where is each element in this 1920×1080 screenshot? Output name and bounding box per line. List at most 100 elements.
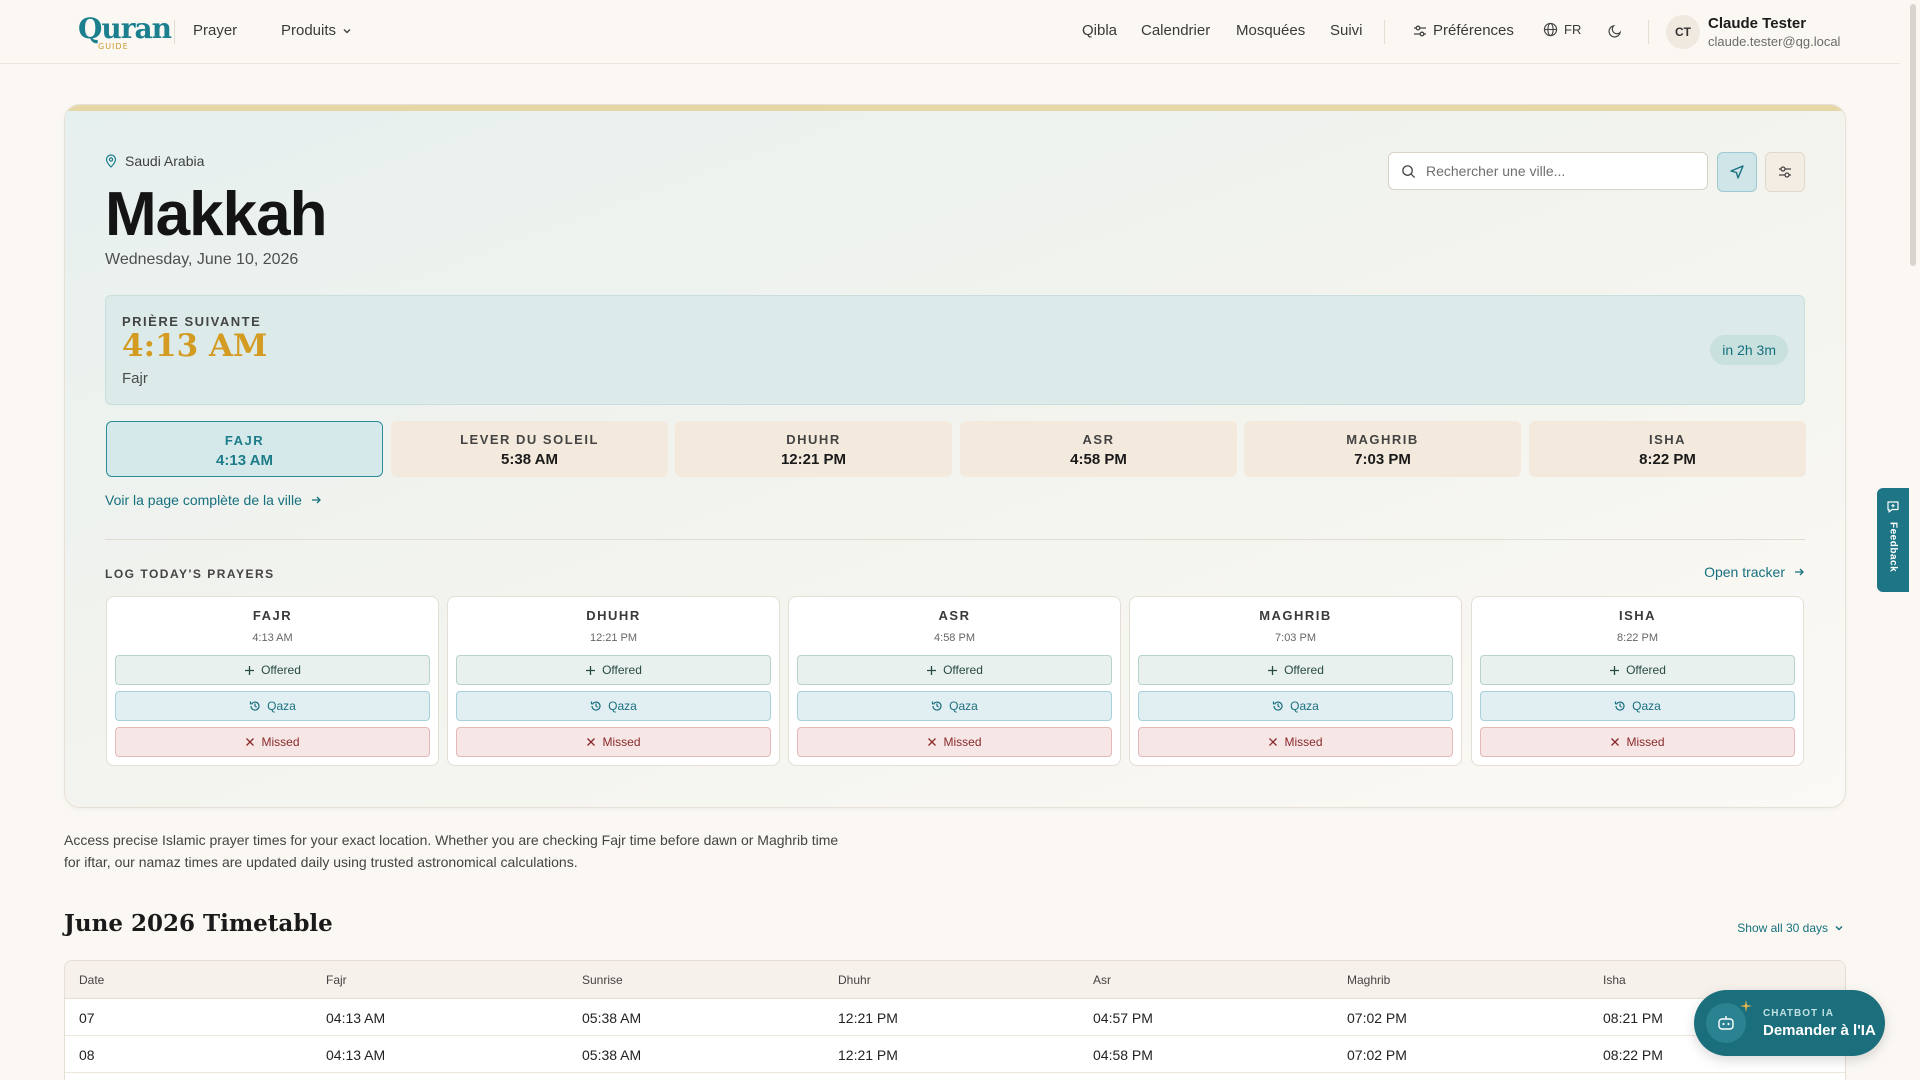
language-switcher[interactable]: FR [1543, 22, 1581, 37]
qaza-label: Qaza [267, 699, 296, 713]
offered-button[interactable]: Offered [797, 655, 1112, 685]
missed-label: Missed [1284, 735, 1323, 749]
locate-me-button[interactable] [1717, 152, 1757, 192]
missed-button[interactable]: Missed [1138, 727, 1453, 757]
log-card-name: ISHA [1618, 608, 1657, 623]
feedback-label: Feedback [1887, 522, 1899, 573]
show-all-label: Show all 30 days [1737, 921, 1828, 935]
nav-prayer[interactable]: Prayer [193, 22, 237, 39]
offered-button[interactable]: Offered [1138, 655, 1453, 685]
prayer-tile-dhuhr[interactable]: DHUHR 12:21 PM [675, 421, 952, 477]
nav-calendrier[interactable]: Calendrier [1141, 22, 1210, 39]
offered-label: Offered [943, 663, 983, 677]
log-section-title: LOG TODAY'S PRAYERS [105, 567, 275, 581]
history-icon [1615, 701, 1625, 711]
table-cell: 07:02 PM [1347, 1010, 1407, 1026]
nav-produits-label: Produits [281, 22, 337, 39]
nav-suivi[interactable]: Suivi [1330, 22, 1363, 39]
message-square-icon [1887, 501, 1899, 513]
log-card-isha: ISHA 8:22 PM Offered Qaza Missed [1471, 596, 1804, 766]
city-page-link[interactable]: Voir la page complète de la ville [105, 492, 322, 508]
table-row[interactable]: 08 04:13 AM 05:38 AM 12:21 PM 04:58 PM 0… [65, 1036, 1845, 1073]
prayer-tile-asr[interactable]: ASR 4:58 PM [960, 421, 1237, 477]
missed-label: Missed [261, 735, 300, 749]
offered-button[interactable]: Offered [115, 655, 430, 685]
log-card-fajr: FAJR 4:13 AM Offered Qaza Missed [106, 596, 439, 766]
missed-button[interactable]: Missed [797, 727, 1112, 757]
open-tracker-link[interactable]: Open tracker [1704, 564, 1805, 580]
missed-button[interactable]: Missed [456, 727, 771, 757]
preferences-button[interactable]: Préférences [1413, 22, 1514, 39]
column-header: Maghrib [1347, 973, 1391, 987]
prayer-tile-time: 4:58 PM [1070, 451, 1127, 468]
globe-icon [1543, 22, 1558, 37]
arrow-right-icon [1795, 568, 1804, 576]
prayer-tile-fajr[interactable]: FAJR 4:13 AM [106, 421, 383, 477]
missed-button[interactable]: Missed [1480, 727, 1795, 757]
table-header: Date Fajr Sunrise Dhuhr Asr Maghrib Isha [65, 961, 1845, 999]
sliders-icon [1779, 166, 1791, 178]
offered-label: Offered [261, 663, 301, 677]
table-cell: 12:21 PM [838, 1047, 898, 1063]
qaza-button[interactable]: Qaza [456, 691, 771, 721]
missed-button[interactable]: Missed [115, 727, 430, 757]
feedback-tab[interactable]: Feedback [1877, 488, 1909, 592]
table-cell: 08:21 PM [1603, 1010, 1663, 1026]
next-prayer-label: PRIÈRE SUIVANTE [122, 314, 262, 329]
search-input[interactable] [1426, 163, 1696, 179]
qaza-button[interactable]: Qaza [115, 691, 430, 721]
nav-calendrier-label: Calendrier [1141, 22, 1211, 39]
plus-icon [586, 665, 596, 675]
prayer-tile-sunrise[interactable]: LEVER DU SOLEIL 5:38 AM [391, 421, 668, 477]
nav-produits-dropdown[interactable]: Produits [281, 22, 352, 39]
offered-button[interactable]: Offered [1480, 655, 1795, 685]
table-cell: 08:22 PM [1603, 1047, 1663, 1063]
qaza-label: Qaza [1632, 699, 1661, 713]
qaza-button[interactable]: Qaza [1138, 691, 1453, 721]
nav-qibla[interactable]: Qibla [1082, 22, 1117, 39]
divider [1384, 20, 1385, 44]
prayer-tile-maghrib[interactable]: MAGHRIB 7:03 PM [1244, 421, 1521, 477]
navigation-arrow-icon [1730, 165, 1744, 179]
offered-label: Offered [1626, 663, 1666, 677]
country-label: Saudi Arabia [105, 153, 204, 169]
section-divider [105, 539, 1805, 540]
scrollbar-thumb[interactable] [1910, 4, 1916, 266]
log-card-name: FAJR [252, 608, 293, 623]
city-search[interactable] [1388, 152, 1708, 190]
dark-mode-toggle[interactable] [1608, 23, 1623, 38]
log-card-time: 8:22 PM [1617, 632, 1658, 644]
prayer-tile-name: MAGHRIB [1346, 432, 1419, 447]
prayer-tile-time: 5:38 AM [501, 451, 558, 468]
table-cell: 07:02 PM [1347, 1047, 1407, 1063]
table-row[interactable]: 07 04:13 AM 05:38 AM 12:21 PM 04:57 PM 0… [65, 999, 1845, 1036]
card-accent-bar [65, 105, 1845, 111]
nav-mosquees[interactable]: Mosquées [1236, 22, 1305, 39]
prayer-tile-time: 4:13 AM [216, 452, 273, 469]
close-icon [246, 738, 255, 746]
table-cell: 12:21 PM [838, 1010, 898, 1026]
offered-label: Offered [602, 663, 642, 677]
column-header: Sunrise [582, 973, 623, 987]
avatar[interactable]: CT [1666, 15, 1700, 49]
language-label: FR [1564, 22, 1582, 37]
logo[interactable]: Quran GUIDE [64, 12, 172, 52]
prayer-tile-time: 8:22 PM [1639, 451, 1696, 468]
qaza-button[interactable]: Qaza [1480, 691, 1795, 721]
filter-settings-button[interactable] [1765, 152, 1805, 192]
prayer-times-card: Saudi Arabia Makkah Wednesday, June 10, … [64, 104, 1846, 808]
plus-icon [1268, 665, 1278, 675]
missed-label: Missed [1626, 735, 1665, 749]
chevron-down-icon [1835, 926, 1843, 931]
log-card-time: 12:21 PM [589, 632, 638, 644]
prayer-tile-isha[interactable]: ISHA 8:22 PM [1529, 421, 1806, 477]
offered-button[interactable]: Offered [456, 655, 771, 685]
show-all-days-button[interactable]: Show all 30 days [1737, 921, 1844, 935]
prayer-tile-name: DHUHR [786, 432, 841, 447]
logo-subtext: GUIDE [98, 42, 129, 51]
next-prayer-time: 4:13 AM [122, 328, 268, 364]
ai-chatbot-button[interactable]: CHATBOT IA Demander à l'IA [1694, 990, 1885, 1056]
offered-label: Offered [1284, 663, 1324, 677]
preferences-label: Préférences [1433, 22, 1514, 39]
qaza-button[interactable]: Qaza [797, 691, 1112, 721]
